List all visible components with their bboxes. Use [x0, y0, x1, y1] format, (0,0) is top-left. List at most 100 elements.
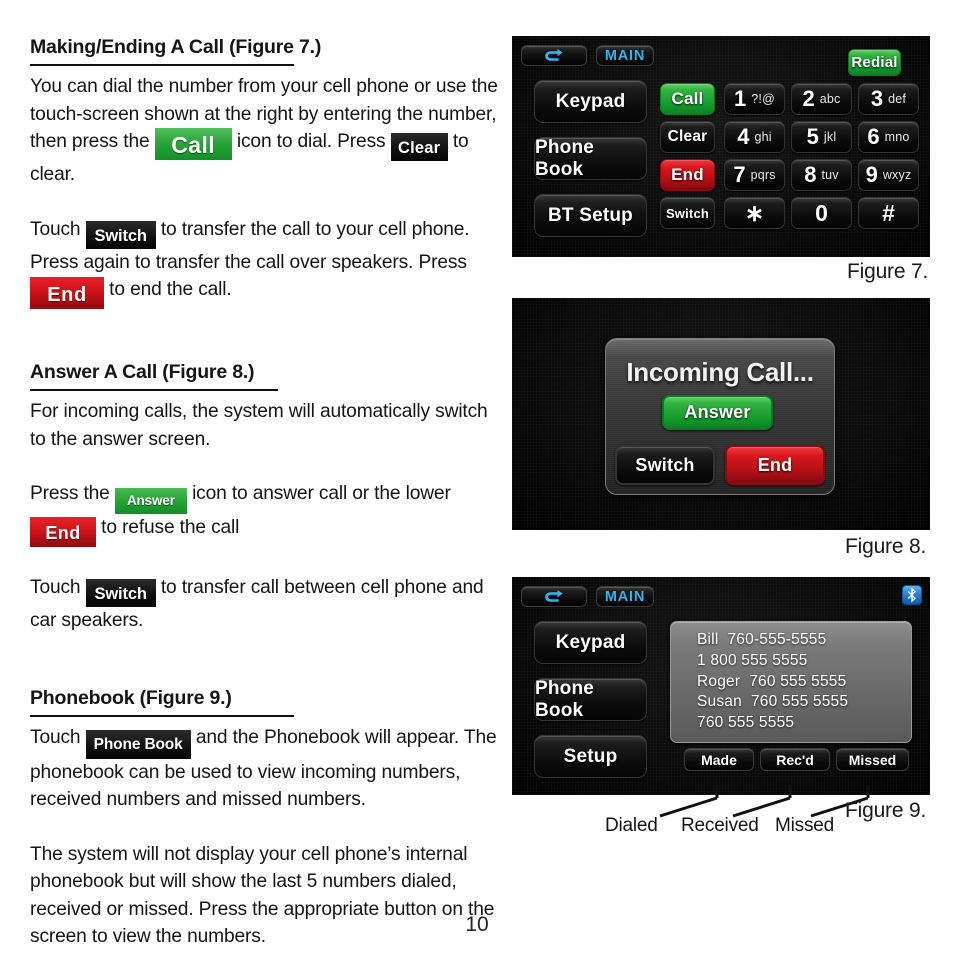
key-6[interactable]: 6 mno — [858, 121, 919, 153]
paragraph: Touch Switch to transfer the call to you… — [30, 216, 500, 309]
key-4[interactable]: 4 ghi — [724, 121, 785, 153]
key-2[interactable]: 2 abc — [791, 83, 852, 115]
key-letters: def — [888, 92, 907, 106]
key-number: 5 — [806, 124, 819, 149]
section-heading: Making/Ending A Call (Figure 7.) — [30, 36, 322, 58]
nav-label: BT Setup — [548, 204, 633, 226]
key-number: 7 — [733, 162, 746, 187]
figure-7-caption: Figure 7. — [847, 260, 929, 283]
call-button[interactable]: Call — [660, 83, 715, 115]
list-item[interactable]: Susan 760 555 5555 — [697, 692, 911, 713]
incoming-call-dialog: Incoming Call... Answer Switch End — [605, 338, 835, 495]
key-7[interactable]: 7 pqrs — [724, 159, 785, 191]
key-5[interactable]: 5 jkl — [791, 121, 852, 153]
key-3[interactable]: 3 def — [858, 83, 919, 115]
answer-button[interactable]: Answer — [662, 395, 773, 430]
paragraph: Press the Answer icon to answer call or … — [30, 480, 500, 547]
text-run: Touch — [30, 577, 86, 598]
call-list-panel: Bill 760-555-5555 1 800 555 5555 Roger 7… — [670, 621, 912, 743]
list-item[interactable]: 1 800 555 5555 — [697, 651, 911, 672]
tab-missed[interactable]: Missed — [836, 748, 909, 771]
nav-button-phone-book[interactable]: Phone Book — [534, 137, 647, 180]
key-0[interactable]: 0 — [791, 197, 852, 229]
key-star[interactable]: ∗ — [724, 197, 785, 229]
tab-label: Missed — [848, 751, 897, 768]
list-item[interactable]: 760 555 5555 — [697, 713, 911, 734]
dialog-title: Incoming Call... — [626, 357, 814, 387]
paragraph: You can dial the number from your cell p… — [30, 73, 500, 189]
key-number: 0 — [815, 199, 828, 226]
key-8[interactable]: 8 tuv — [791, 159, 852, 191]
text-run: icon to dial. Press — [231, 131, 391, 152]
figure-8-caption: Figure 8. — [845, 535, 927, 558]
nav-label: Phone Book — [535, 677, 595, 721]
heading-rule — [30, 388, 278, 391]
nav-label: Phone Book — [535, 136, 595, 180]
text-run: icon to answer call or the lower — [186, 483, 451, 504]
key-number: 2 — [802, 86, 815, 111]
heading-rule — [30, 714, 294, 717]
section-answer-a-call: Answer A Call (Figure 8.) For incoming c… — [30, 361, 500, 635]
tab-made[interactable]: Made — [684, 748, 754, 771]
paragraph: For incoming calls, the system will auto… — [30, 401, 488, 450]
paragraph: Touch Phone Book and the Phonebook will … — [30, 724, 500, 814]
key-letters: mno — [884, 130, 910, 144]
callout-dialed: Dialed — [605, 815, 658, 836]
text-run: to refuse the call — [96, 517, 240, 538]
clear-badge: Clear — [390, 133, 448, 161]
text-run: to end the call. — [104, 279, 232, 300]
switch-button[interactable]: Switch — [660, 197, 715, 229]
instructions-column: Making/Ending A Call (Figure 7.) You can… — [30, 36, 500, 951]
nav-button-keypad[interactable]: Keypad — [534, 621, 647, 664]
main-button[interactable]: MAIN — [596, 586, 654, 607]
call-label: Call — [671, 89, 704, 108]
answer-badge: Answer — [114, 488, 187, 514]
main-label: MAIN — [604, 588, 646, 605]
end-label: End — [671, 165, 704, 184]
callout-missed: Missed — [775, 815, 834, 836]
nav-button-bt-setup[interactable]: BT Setup — [534, 194, 647, 237]
nav-label: Keypad — [555, 90, 626, 112]
end-button[interactable]: End — [660, 159, 715, 191]
clear-label: Clear — [667, 128, 708, 145]
key-letters: jkl — [823, 130, 837, 144]
key-number: 1 — [734, 86, 747, 111]
main-label: MAIN — [604, 47, 646, 64]
section-heading: Phonebook (Figure 9.) — [30, 686, 232, 709]
section-making-ending-a-call: Making/Ending A Call (Figure 7.) You can… — [30, 36, 500, 309]
key-9[interactable]: 9 wxyz — [858, 159, 919, 191]
key-number: 4 — [737, 124, 750, 149]
nav-button-keypad[interactable]: Keypad — [534, 80, 647, 123]
key-hash[interactable]: # — [858, 197, 919, 229]
list-item[interactable]: Roger 760 555 5555 — [697, 672, 911, 693]
back-button[interactable] — [521, 586, 587, 607]
answer-label: Answer — [684, 402, 751, 422]
list-item[interactable]: Bill 760-555-5555 — [697, 630, 911, 651]
switch-badge: Switch — [85, 220, 156, 249]
figure-9-screenshot: MAIN Keypad Phone Book Setup Bill 760-55… — [512, 577, 930, 795]
clear-button[interactable]: Clear — [660, 121, 715, 153]
paragraph: Touch Switch to transfer call between ce… — [30, 574, 500, 635]
key-number: 3 — [870, 86, 884, 111]
redial-button[interactable]: Redial — [848, 49, 901, 76]
tab-label: Rec'd — [776, 751, 814, 768]
text-run: Touch — [30, 218, 86, 240]
switch-button[interactable]: Switch — [615, 445, 715, 485]
end-button[interactable]: End — [725, 445, 825, 485]
key-letters: ?!@ — [751, 92, 775, 106]
tab-recd[interactable]: Rec'd — [760, 748, 830, 771]
switch-label: Switch — [665, 205, 710, 221]
heading-rule — [30, 63, 294, 66]
end-label: End — [757, 454, 793, 475]
bluetooth-glyph-icon — [907, 587, 916, 603]
section-heading: Answer A Call (Figure 8.) — [30, 361, 255, 383]
nav-button-phone-book[interactable]: Phone Book — [534, 678, 647, 721]
figure-9-caption: Figure 9. — [845, 799, 927, 822]
back-button[interactable] — [521, 45, 587, 66]
nav-button-setup[interactable]: Setup — [534, 735, 647, 778]
key-1[interactable]: 1 ?!@ — [724, 83, 785, 115]
section-phonebook: Phonebook (Figure 9.) Touch Phone Book a… — [30, 687, 500, 951]
back-arrow-icon — [545, 589, 563, 602]
main-button[interactable]: MAIN — [596, 45, 654, 66]
text-run: Touch — [30, 726, 86, 748]
